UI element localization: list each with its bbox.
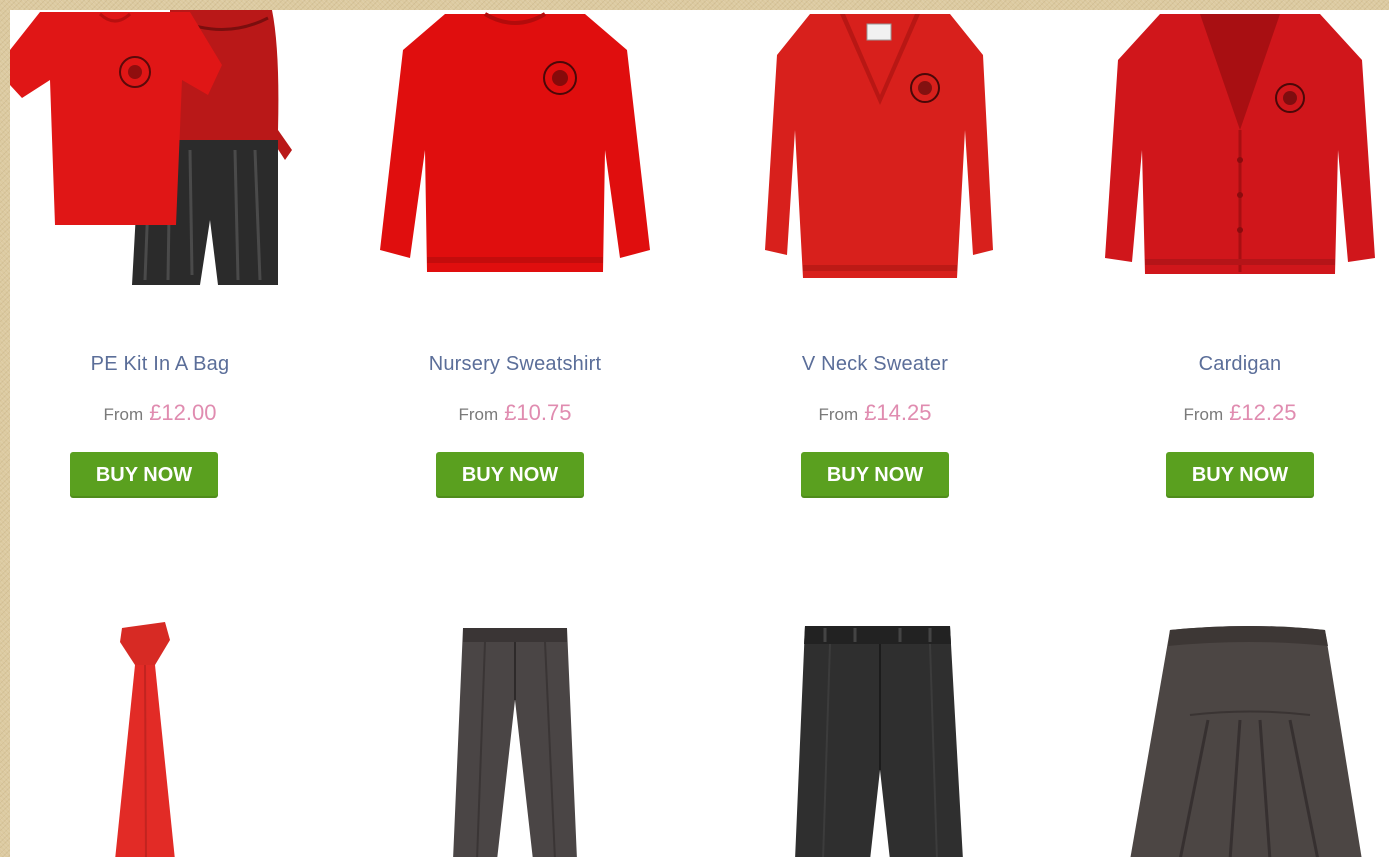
price-line: From £12.25	[1090, 400, 1389, 426]
product-card-tie	[10, 620, 310, 857]
product-card-shorts	[725, 620, 1025, 857]
product-card-cardigan: Cardigan From £12.25 BUY NOW	[1090, 10, 1389, 498]
product-name[interactable]: Cardigan	[1090, 353, 1389, 376]
price: £10.75	[504, 400, 572, 425]
product-name[interactable]: V Neck Sweater	[725, 353, 1025, 376]
product-card-trousers	[365, 620, 665, 857]
price: £14.25	[864, 400, 932, 425]
pe-kit-image[interactable]	[10, 10, 310, 300]
price-line: From £12.00	[10, 400, 310, 426]
buy-now-button[interactable]: BUY NOW	[70, 452, 218, 498]
product-card-nursery-sweatshirt: Nursery Sweatshirt From £10.75 BUY NOW	[365, 10, 665, 498]
tie-image[interactable]	[10, 620, 310, 857]
price-line: From £14.25	[725, 400, 1025, 426]
product-card-v-neck-sweater: V Neck Sweater From £14.25 BUY NOW	[725, 10, 1025, 498]
price-line: From £10.75	[365, 400, 665, 426]
product-name[interactable]: Nursery Sweatshirt	[365, 353, 665, 376]
product-grid: PE Kit In A Bag From £12.00 BUY NOW Nurse…	[10, 10, 1389, 857]
trousers-image[interactable]	[365, 620, 665, 857]
product-name[interactable]: PE Kit In A Bag	[10, 353, 310, 376]
price: £12.00	[149, 400, 217, 425]
skirt-image[interactable]	[1090, 620, 1389, 857]
price: £12.25	[1229, 400, 1297, 425]
buy-now-button[interactable]: BUY NOW	[436, 452, 584, 498]
product-card-pe-kit: PE Kit In A Bag From £12.00 BUY NOW	[10, 10, 310, 498]
product-listing: PE Kit In A Bag From £12.00 BUY NOW Nurse…	[10, 10, 1389, 857]
buy-now-button[interactable]: BUY NOW	[1166, 452, 1314, 498]
v-neck-sweater-image[interactable]	[725, 10, 1025, 300]
from-label: From	[1183, 405, 1224, 424]
shorts-image[interactable]	[725, 620, 1025, 857]
buy-now-button[interactable]: BUY NOW	[801, 452, 949, 498]
from-label: From	[103, 405, 144, 424]
cardigan-image[interactable]	[1090, 10, 1389, 300]
product-card-skirt	[1090, 620, 1389, 857]
sweatshirt-image[interactable]	[365, 10, 665, 300]
from-label: From	[458, 405, 499, 424]
from-label: From	[818, 405, 859, 424]
